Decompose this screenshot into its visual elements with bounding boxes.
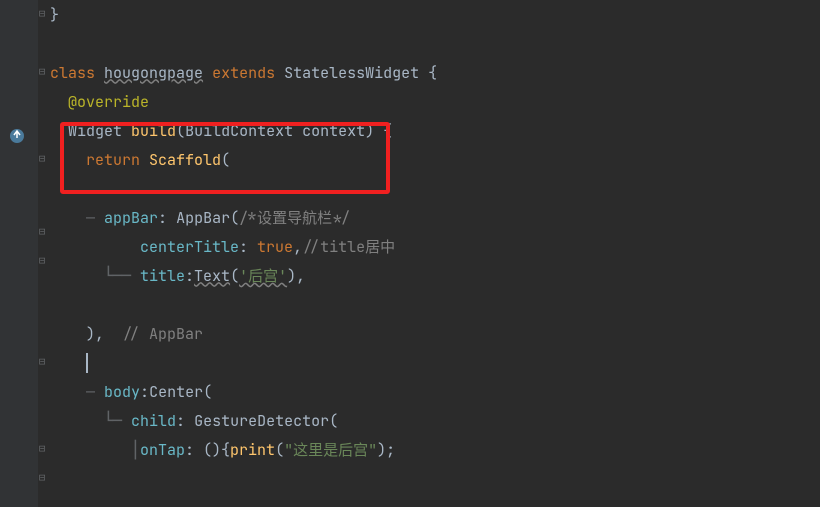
code-line xyxy=(50,348,820,377)
code-line xyxy=(50,174,820,203)
code-line: └─ child: GestureDetector( xyxy=(50,406,820,435)
override-gutter-icon[interactable] xyxy=(8,127,26,145)
fold-icon[interactable]: ⊟ xyxy=(36,66,48,78)
code-line: — body:Center( xyxy=(50,377,820,406)
code-line xyxy=(50,29,820,58)
code-line xyxy=(50,290,820,319)
code-line: } xyxy=(50,0,820,29)
code-line: centerTitle: true,//title居中 xyxy=(50,232,820,261)
annotation: @override xyxy=(68,92,149,112)
fold-icon[interactable]: ⊟ xyxy=(36,255,48,267)
code-editor[interactable]: } class hougongpage extends StatelessWid… xyxy=(50,0,820,507)
code-line: @override xyxy=(50,87,820,116)
fold-icon[interactable]: ⊟ xyxy=(36,443,48,455)
fold-icon[interactable]: ⊟ xyxy=(36,153,48,165)
code-line: Widget build(BuildContext context) { xyxy=(50,116,820,145)
fold-icon[interactable]: ⊟ xyxy=(36,356,48,368)
code-line: class hougongpage extends StatelessWidge… xyxy=(50,58,820,87)
text-cursor xyxy=(86,353,88,373)
code-line: — appBar: AppBar(/*设置导航栏*/ xyxy=(50,203,820,232)
editor-gutter xyxy=(0,0,38,507)
code-line: └── title:Text('后宫'), xyxy=(50,261,820,290)
fold-icon[interactable]: ⊟ xyxy=(36,472,48,484)
code-line: ), // AppBar xyxy=(50,319,820,348)
code-line: return Scaffold( xyxy=(50,145,820,174)
class-name: hougongpage xyxy=(104,63,203,83)
fold-icon[interactable]: ⊟ xyxy=(36,226,48,238)
code-line: │onTap: (){print("这里是后宫"); xyxy=(50,435,820,464)
fold-icon[interactable]: ⊟ xyxy=(36,8,48,20)
